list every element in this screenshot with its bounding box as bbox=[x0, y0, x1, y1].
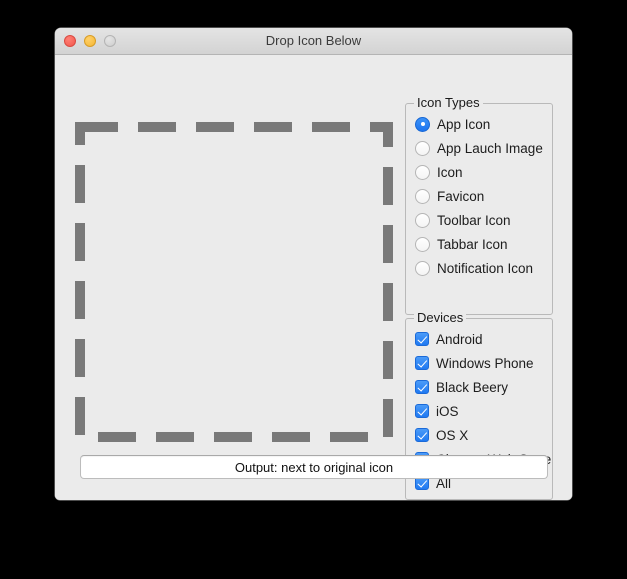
radio-row-notification-icon[interactable]: Notification Icon bbox=[415, 256, 546, 280]
devices-title: Devices bbox=[414, 310, 467, 325]
checkbox-label-windows-phone: Windows Phone bbox=[436, 355, 534, 371]
checkbox-label-android: Android bbox=[436, 331, 483, 347]
checkbox-row-os-x[interactable]: OS X bbox=[415, 423, 546, 447]
radio-icon-notification-icon[interactable] bbox=[415, 260, 430, 276]
radio-label-tabbar-icon: Tabbar Icon bbox=[437, 236, 508, 252]
checkbox-row-black-beery[interactable]: Black Beery bbox=[415, 375, 546, 399]
radio-row-toolbar-icon[interactable]: Toolbar Icon bbox=[415, 208, 546, 232]
icon-types-option-list: App Icon App Lauch Image Icon Favicon To bbox=[415, 112, 546, 280]
radio-row-app-lauch-image[interactable]: App Lauch Image bbox=[415, 136, 546, 160]
checkbox-icon-android[interactable] bbox=[415, 332, 429, 346]
radio-row-favicon[interactable]: Favicon bbox=[415, 184, 546, 208]
checkbox-icon-ios[interactable] bbox=[415, 404, 429, 418]
radio-label-notification-icon: Notification Icon bbox=[437, 260, 534, 276]
checkbox-row-android[interactable]: Android bbox=[415, 327, 546, 351]
radio-icon-favicon[interactable] bbox=[415, 188, 430, 204]
checkbox-label-ios: iOS bbox=[436, 403, 459, 419]
window-content: Icon Types App Icon App Lauch Image Icon… bbox=[55, 55, 572, 500]
app-window: Drop Icon Below Icon Types App Icon App … bbox=[55, 28, 572, 500]
window-title: Drop Icon Below bbox=[265, 33, 362, 48]
radio-row-app-icon[interactable]: App Icon bbox=[415, 112, 546, 136]
radio-row-tabbar-icon[interactable]: Tabbar Icon bbox=[415, 232, 546, 256]
checkbox-label-black-beery: Black Beery bbox=[436, 379, 509, 395]
radio-label-app-icon: App Icon bbox=[437, 116, 491, 132]
output-field-text: Output: next to original icon bbox=[234, 459, 394, 475]
icon-types-group: Icon Types App Icon App Lauch Image Icon… bbox=[405, 95, 553, 315]
checkbox-label-os-x: OS X bbox=[436, 427, 469, 443]
drop-icon-area[interactable] bbox=[75, 122, 393, 442]
radio-label-icon: Icon bbox=[437, 164, 463, 180]
radio-icon-tabbar-icon[interactable] bbox=[415, 236, 430, 252]
radio-icon-icon[interactable] bbox=[415, 164, 430, 180]
checkbox-icon-windows-phone[interactable] bbox=[415, 356, 429, 370]
dashed-drop-border-icon bbox=[75, 122, 393, 442]
checkbox-icon-black-beery[interactable] bbox=[415, 380, 429, 394]
radio-icon-app-lauch-image[interactable] bbox=[415, 140, 430, 156]
radio-label-app-lauch-image: App Lauch Image bbox=[437, 140, 543, 156]
output-field[interactable]: Output: next to original icon bbox=[80, 455, 548, 479]
checkbox-row-windows-phone[interactable]: Windows Phone bbox=[415, 351, 546, 375]
checkbox-icon-os-x[interactable] bbox=[415, 428, 429, 442]
title-bar[interactable]: Drop Icon Below bbox=[55, 28, 572, 55]
radio-icon-app-icon[interactable] bbox=[415, 116, 430, 132]
radio-label-toolbar-icon: Toolbar Icon bbox=[437, 212, 511, 228]
radio-icon-toolbar-icon[interactable] bbox=[415, 212, 430, 228]
checkbox-row-ios[interactable]: iOS bbox=[415, 399, 546, 423]
radio-row-icon[interactable]: Icon bbox=[415, 160, 546, 184]
icon-types-title: Icon Types bbox=[414, 95, 483, 110]
radio-label-favicon: Favicon bbox=[437, 188, 485, 204]
